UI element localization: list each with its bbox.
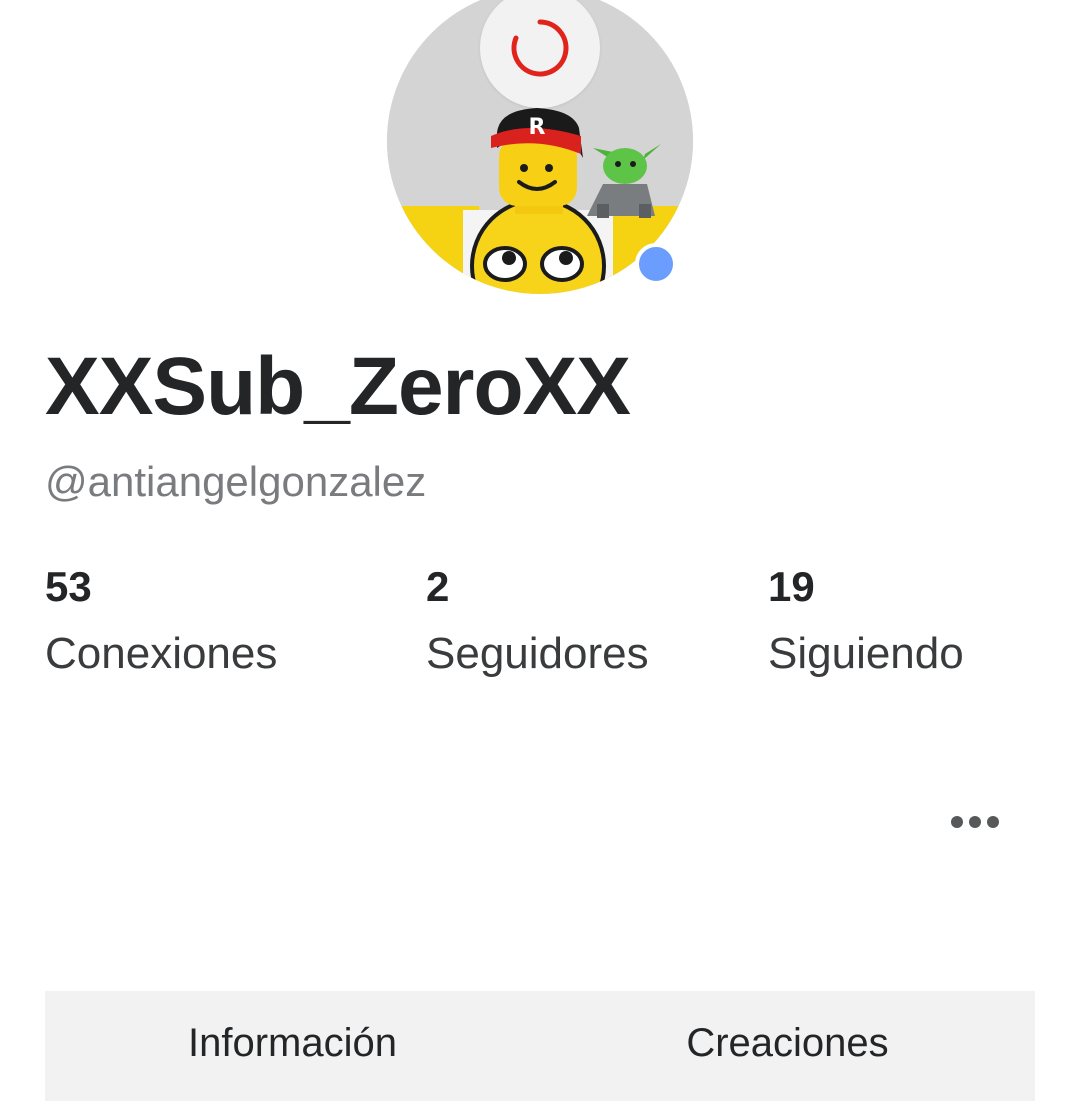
stat-siguiendo-label: Siguiendo [768, 629, 964, 678]
display-name: XXSub_ZeroXX [45, 341, 631, 432]
profile-tabs: Información Creaciones [45, 991, 1035, 1101]
more-options-button[interactable] [940, 800, 1010, 844]
stat-siguiendo[interactable]: 19 Siguiendo [768, 562, 964, 680]
tab-creaciones[interactable]: Creaciones [540, 991, 1035, 1101]
tab-informacion[interactable]: Información [45, 991, 540, 1101]
stat-conexiones-value: 53 [45, 563, 92, 610]
stat-conexiones[interactable]: 53 Conexiones [45, 562, 277, 680]
stat-seguidores[interactable]: 2 Seguidores [426, 562, 649, 680]
stat-conexiones-label: Conexiones [45, 629, 278, 678]
loading-spinner-icon [511, 19, 569, 77]
svg-text:R: R [529, 115, 546, 140]
more-horizontal-icon [951, 816, 963, 828]
stat-seguidores-label: Seguidores [426, 629, 649, 678]
stat-siguiendo-value: 19 [768, 563, 815, 610]
online-status-indicator [635, 243, 677, 285]
profile-avatar-container[interactable]: R [387, 0, 693, 294]
stat-seguidores-value: 2 [426, 563, 450, 610]
username: @antiangelgonzalez [45, 458, 427, 505]
